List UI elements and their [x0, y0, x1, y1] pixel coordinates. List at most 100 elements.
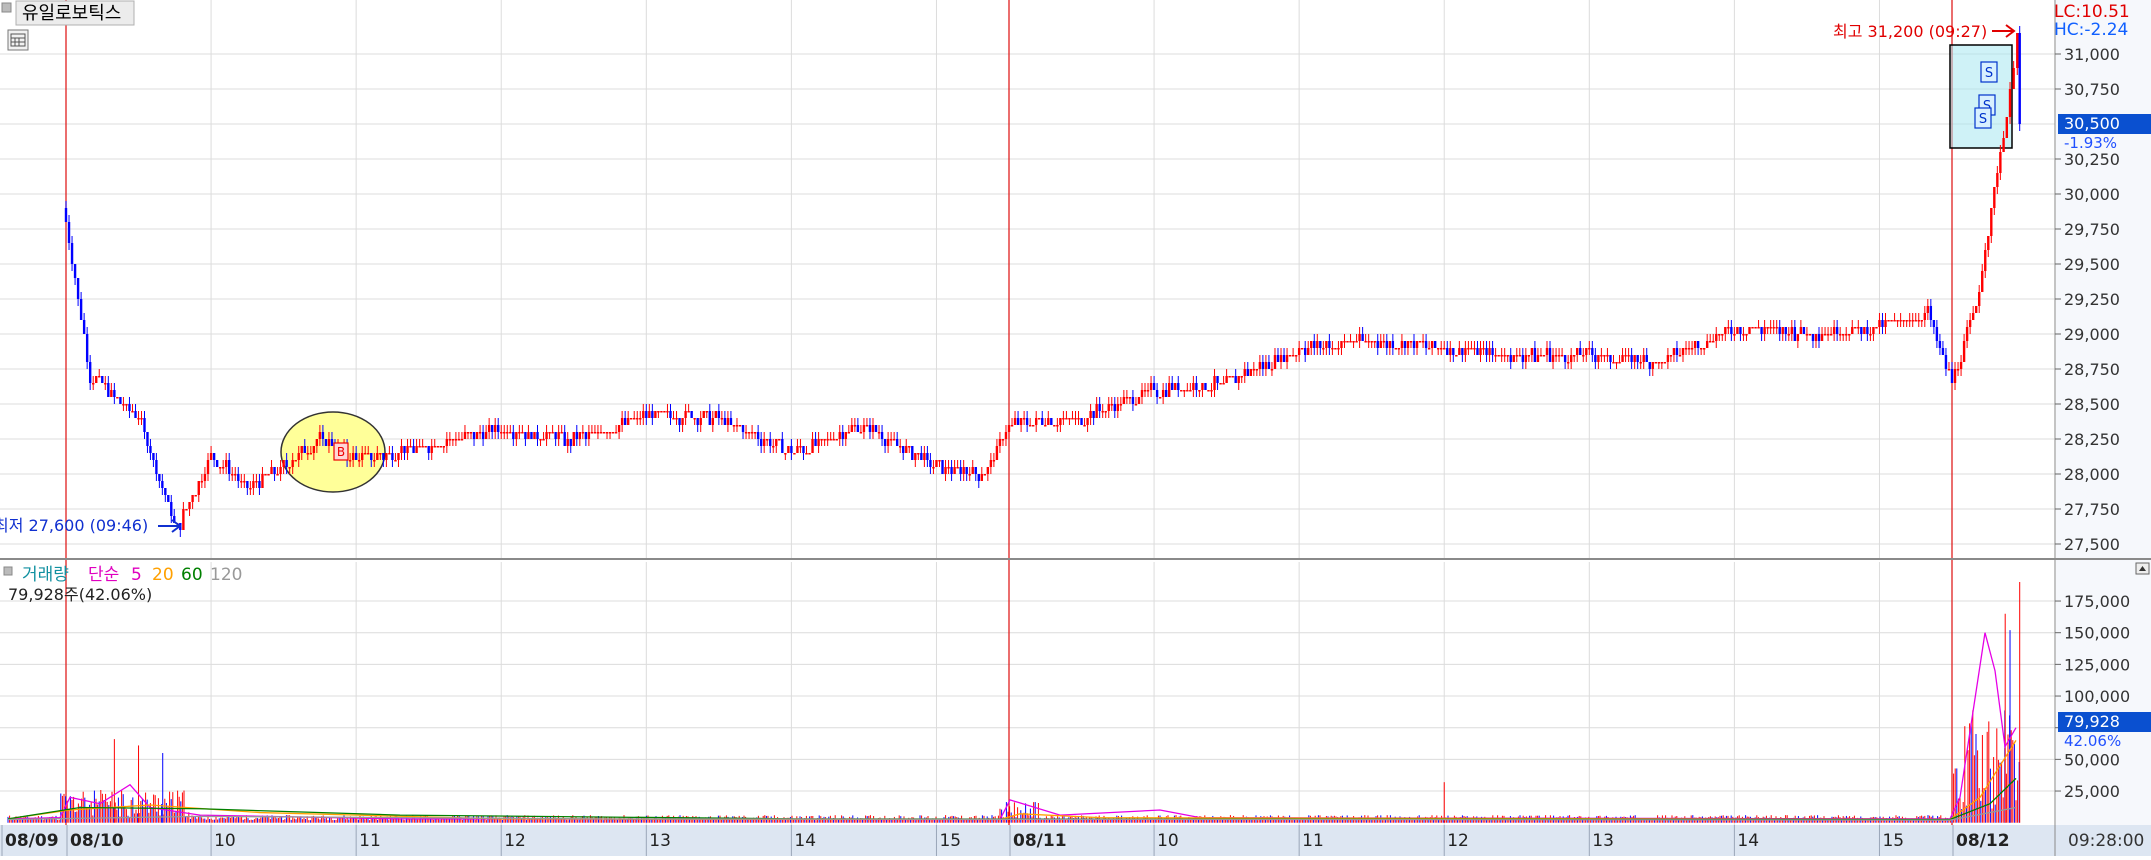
candle-body — [1739, 327, 1742, 334]
candle-body — [161, 481, 164, 488]
candle-body — [445, 439, 449, 446]
candle-body — [1056, 425, 1059, 427]
candle-body — [633, 418, 636, 420]
candle-body — [1690, 348, 1694, 350]
candle-body — [1518, 355, 1521, 357]
candle-body — [1896, 320, 1899, 322]
candle-body — [639, 418, 642, 420]
candle-body — [1083, 425, 1086, 427]
candle-body — [182, 509, 185, 530]
candle-body — [1485, 348, 1488, 355]
sell-marker-3[interactable]: S — [1974, 107, 1992, 129]
candle-body — [1358, 334, 1361, 341]
candle-body — [539, 439, 542, 441]
candle-body — [1028, 425, 1032, 427]
candle-body — [1022, 418, 1026, 420]
candle-body — [1019, 418, 1023, 425]
candle-body — [315, 439, 319, 446]
candle-body — [1718, 334, 1721, 336]
candle-body — [1932, 320, 1936, 327]
candle-body — [738, 425, 742, 427]
candle-body — [1875, 327, 1878, 329]
candle-body — [1050, 418, 1053, 425]
candle-body — [1582, 355, 1585, 357]
candle-body — [935, 460, 938, 467]
candle-body — [1857, 327, 1860, 329]
candle-body — [1727, 327, 1730, 329]
candle-body — [614, 432, 618, 434]
candle-body — [497, 425, 500, 432]
volume-collapse-icon[interactable] — [3, 566, 13, 576]
candle-body — [1884, 320, 1887, 327]
candle-body — [1128, 397, 1132, 399]
candle-body — [1736, 327, 1739, 334]
candle-body — [629, 418, 633, 420]
candle-body — [1107, 404, 1110, 411]
candle-body — [152, 453, 155, 460]
candle-body — [1219, 383, 1222, 385]
buy-highlight-ellipse — [280, 411, 386, 493]
candle-body — [1651, 362, 1654, 369]
price-tick-label: 27,750 — [2064, 500, 2120, 519]
candle-body — [1560, 355, 1564, 357]
candle-body — [1167, 383, 1171, 397]
candle-body — [1446, 348, 1449, 355]
candle-body — [448, 439, 452, 441]
candle-body — [2008, 89, 2012, 117]
candle-body — [1817, 334, 1821, 341]
candle-body — [874, 425, 878, 432]
x-axis-band — [0, 825, 2151, 856]
candle-body — [218, 467, 222, 469]
candle-body — [1790, 327, 1794, 334]
candle-body — [992, 460, 996, 462]
candle-body — [1956, 369, 1960, 371]
high-annotation: 최고 31,200 (09:27) — [1833, 22, 1987, 41]
candle-body — [82, 320, 86, 334]
candle-body — [1929, 306, 1933, 320]
candle-body — [1597, 355, 1600, 362]
candle-body — [484, 432, 488, 439]
candle-body — [1001, 439, 1005, 441]
candle-body — [775, 439, 778, 446]
candle-body — [518, 432, 521, 434]
candle-body — [762, 439, 766, 446]
candle-body — [1866, 327, 1869, 334]
candle-body — [185, 509, 188, 511]
candle-body — [1134, 404, 1138, 406]
candle-body — [1261, 362, 1265, 369]
candle-body — [1325, 341, 1328, 348]
candle-body — [1693, 341, 1697, 348]
candle-body — [1031, 425, 1035, 427]
calendar-icon[interactable] — [7, 29, 29, 51]
candle-body — [1503, 355, 1506, 357]
candle-body — [418, 446, 421, 448]
candle-body — [1648, 362, 1651, 369]
candle-body — [929, 460, 932, 467]
x-tick-label: 10 — [214, 831, 236, 851]
candle-body — [1035, 418, 1038, 425]
price-tick-label: 29,500 — [2064, 255, 2120, 274]
stock-chart[interactable]: B S S S 31,00030,75030,25030,00029,75029… — [0, 0, 2151, 856]
candle-body — [772, 446, 775, 448]
candle-body — [1300, 348, 1304, 350]
candle-body — [1702, 348, 1706, 350]
candle-body — [221, 467, 225, 469]
candle-body — [690, 411, 693, 418]
title-collapse-icon[interactable] — [1, 2, 12, 13]
sell-marker-1[interactable]: S — [1980, 61, 1998, 83]
candle-body — [905, 446, 908, 453]
candle-body — [1270, 369, 1274, 371]
candle-body — [255, 481, 258, 483]
candle-body — [1509, 355, 1512, 362]
candle-body — [1881, 320, 1884, 327]
candle-body — [421, 446, 424, 448]
candle-body — [1585, 348, 1588, 355]
candle-body — [672, 418, 675, 420]
volume-panel-close-icon[interactable] — [2135, 562, 2150, 575]
candle-body — [705, 411, 708, 413]
title-box[interactable]: 유일로보틱스 — [1, 0, 135, 26]
candle-body — [1436, 348, 1440, 350]
candle-body — [1769, 327, 1772, 329]
buy-marker[interactable]: B — [333, 442, 349, 461]
candle-body — [998, 439, 1002, 446]
